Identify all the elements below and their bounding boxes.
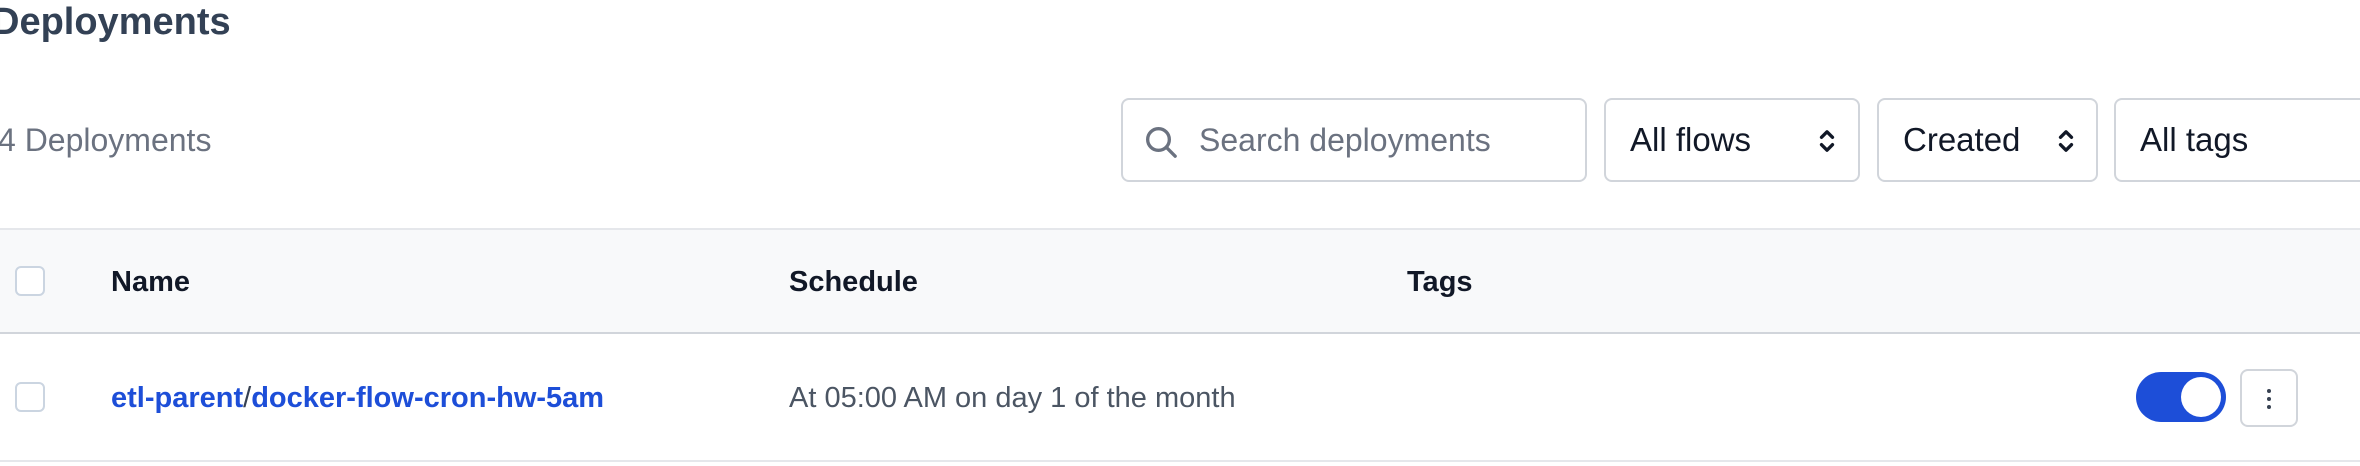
flows-select[interactable]: All flows (1604, 98, 1860, 182)
search-input[interactable] (1199, 100, 1569, 180)
chevron-up-down-icon (1819, 130, 1835, 152)
row-menu-button[interactable] (2240, 369, 2298, 427)
column-header-tags[interactable]: Tags (1407, 264, 1473, 300)
select-all-checkbox[interactable] (15, 266, 45, 296)
flows-select-value: All flows (1630, 121, 1752, 158)
flow-name-link[interactable]: etl-parent (111, 382, 243, 414)
table-header: Name Schedule Tags (0, 228, 2360, 334)
row-checkbox[interactable] (15, 382, 45, 412)
deployment-count: 4 Deployments (0, 122, 212, 158)
tags-select[interactable]: All tags (2114, 98, 2360, 182)
sort-select[interactable]: Created (1877, 98, 2098, 182)
deployment-name-link[interactable]: docker-flow-cron-hw-5am (251, 382, 604, 414)
deployment-name: etl-parent/docker-flow-cron-hw-5am (111, 380, 604, 416)
toggle-knob (2181, 377, 2221, 417)
search-box[interactable] (1121, 98, 1587, 182)
more-vertical-icon (2267, 389, 2271, 409)
deployment-schedule: At 05:00 AM on day 1 of the month (789, 382, 1236, 414)
tags-select-value: All tags (2140, 121, 2249, 158)
page-title: Deployments (0, 1, 231, 43)
chevron-up-down-icon (2058, 130, 2074, 152)
table-row: etl-parent/docker-flow-cron-hw-5am At 05… (0, 334, 2360, 462)
column-header-schedule[interactable]: Schedule (789, 264, 918, 300)
sort-select-value: Created (1903, 121, 2021, 158)
search-icon (1146, 127, 1177, 158)
name-separator: / (243, 382, 252, 414)
deployments-page: Deployments 4 Deployments All flows Crea… (0, 0, 2360, 466)
column-header-name[interactable]: Name (111, 264, 190, 300)
schedule-active-toggle[interactable] (2136, 372, 2226, 422)
